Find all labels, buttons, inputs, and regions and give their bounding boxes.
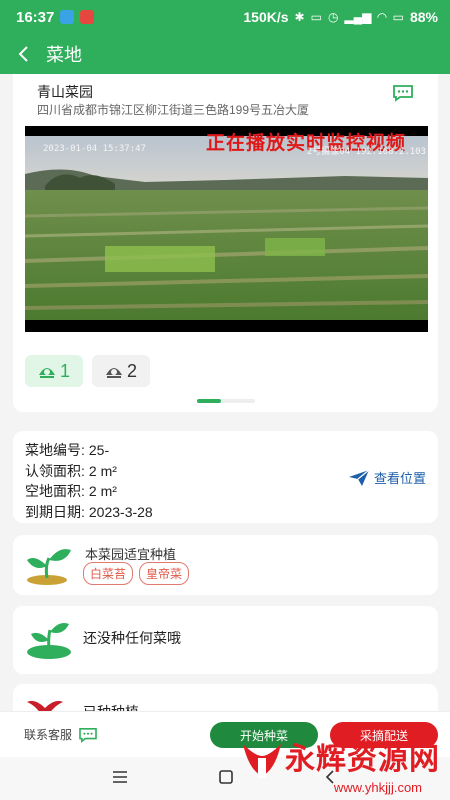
live-video-player[interactable]: 正在播放实时监控视频 2023-01-04 15:37:47 2号摄像04 19… xyxy=(25,126,428,332)
camera-tab-2[interactable]: 2 xyxy=(92,355,150,387)
claimed-area-value: 2 m² xyxy=(88,462,117,479)
suitable-plants-card: 本菜园适宜种植 白菜苔 皇帝菜 xyxy=(13,535,438,595)
camera-tab-label: 1 xyxy=(59,360,70,381)
app-notification-icon xyxy=(60,10,75,24)
bluetooth-icon: ✱ xyxy=(294,10,305,24)
send-icon xyxy=(348,469,370,486)
alarm-icon: ◷ xyxy=(327,10,339,24)
status-time: 16:37 xyxy=(16,8,55,26)
view-location-button[interactable]: 查看位置 xyxy=(348,468,426,487)
claimed-area-row: 认领面积: 2 m² xyxy=(25,461,153,482)
plant-tag[interactable]: 皇帝菜 xyxy=(139,562,190,585)
no-crops-message: 还没种任何菜哦 xyxy=(83,630,181,646)
garden-name: 青山菜园 xyxy=(37,84,93,100)
expire-date-label: 到期日期: xyxy=(25,503,85,520)
back-button[interactable] xyxy=(0,34,46,74)
suitable-plants-title: 本菜园适宜种植 xyxy=(85,547,177,562)
contact-service-label: 联系客服 xyxy=(24,728,73,742)
watermark-url: www.yhkjjj.com xyxy=(333,780,422,795)
garden-address: 四川省成都市锦江区柳江街道三色路199号五冶大厦 xyxy=(37,103,310,117)
empty-area-row: 空地面积: 2 m² xyxy=(25,481,153,502)
page-title: 菜地 xyxy=(46,45,82,65)
camera-tab-1[interactable]: 1 xyxy=(25,355,83,387)
signal-icon: ▂▄▆ xyxy=(344,10,372,24)
chat-icon xyxy=(79,727,97,743)
video-timestamp: 2023-01-04 15:37:47 xyxy=(43,144,146,154)
message-notification-icon xyxy=(80,10,95,24)
carousel-indicator xyxy=(197,399,255,403)
carousel-indicator-active xyxy=(197,399,221,403)
plot-number-label: 菜地编号: xyxy=(25,442,85,458)
empty-area-label: 空地面积: xyxy=(25,483,85,499)
message-button[interactable] xyxy=(392,84,414,102)
camera-icon xyxy=(38,368,55,378)
menu-icon[interactable] xyxy=(112,769,128,785)
seedling-icon xyxy=(27,549,71,585)
wifi-icon: ◠ xyxy=(377,10,387,24)
watermark-logo-icon xyxy=(243,744,281,778)
battery-percent: 88% xyxy=(409,9,438,25)
chevron-left-icon xyxy=(18,46,28,62)
site-watermark: 永辉资源网 www.yhkjjj.com xyxy=(239,740,440,795)
plot-number-value: 25- xyxy=(88,442,110,458)
view-location-label: 查看位置 xyxy=(373,471,426,486)
video-source: 2号摄像04 192.168.2.103 xyxy=(306,147,426,157)
planted-crops-card: 还没种任何菜哦 xyxy=(13,606,438,674)
contact-service-button[interactable]: 联系客服 xyxy=(24,726,98,743)
empty-area-value: 2 m² xyxy=(88,483,117,499)
home-icon[interactable] xyxy=(218,769,234,785)
nav-bar: 菜地 xyxy=(0,34,450,74)
plot-info-card: 菜地编号: 25- 认领面积: 2 m² 空地面积: 2 m² 到期日期: 2023-3… xyxy=(13,431,438,523)
watermark-text: 永辉资源网 xyxy=(285,743,440,776)
plot-number-row: 菜地编号: 25- xyxy=(25,440,153,461)
claimed-area-label: 认领面积: xyxy=(25,462,85,479)
status-bar: 16:37 150K/s ✱ ▭ ◷ ▂▄▆ ◠ ▭ 88% xyxy=(0,0,450,34)
suitable-plant-tags: 白菜苔 皇帝菜 xyxy=(83,562,190,585)
garden-card: 青山菜园 四川省成都市锦江区柳江街道三色路199号五冶大厦 正在播放实时监控视频… xyxy=(13,74,438,412)
camera-icon xyxy=(105,368,122,378)
chat-icon xyxy=(393,85,413,102)
expire-date-row: 到期日期: 2023-3-28 xyxy=(25,502,153,523)
sprout-icon xyxy=(27,623,71,659)
plant-tag[interactable]: 白菜苔 xyxy=(83,562,134,585)
camera-tab-label: 2 xyxy=(126,360,137,381)
vibrate-icon: ▭ xyxy=(310,10,322,24)
battery-icon: ▭ xyxy=(392,10,404,24)
network-speed: 150K/s xyxy=(243,9,289,25)
expire-date-value: 2023-3-28 xyxy=(88,503,153,520)
